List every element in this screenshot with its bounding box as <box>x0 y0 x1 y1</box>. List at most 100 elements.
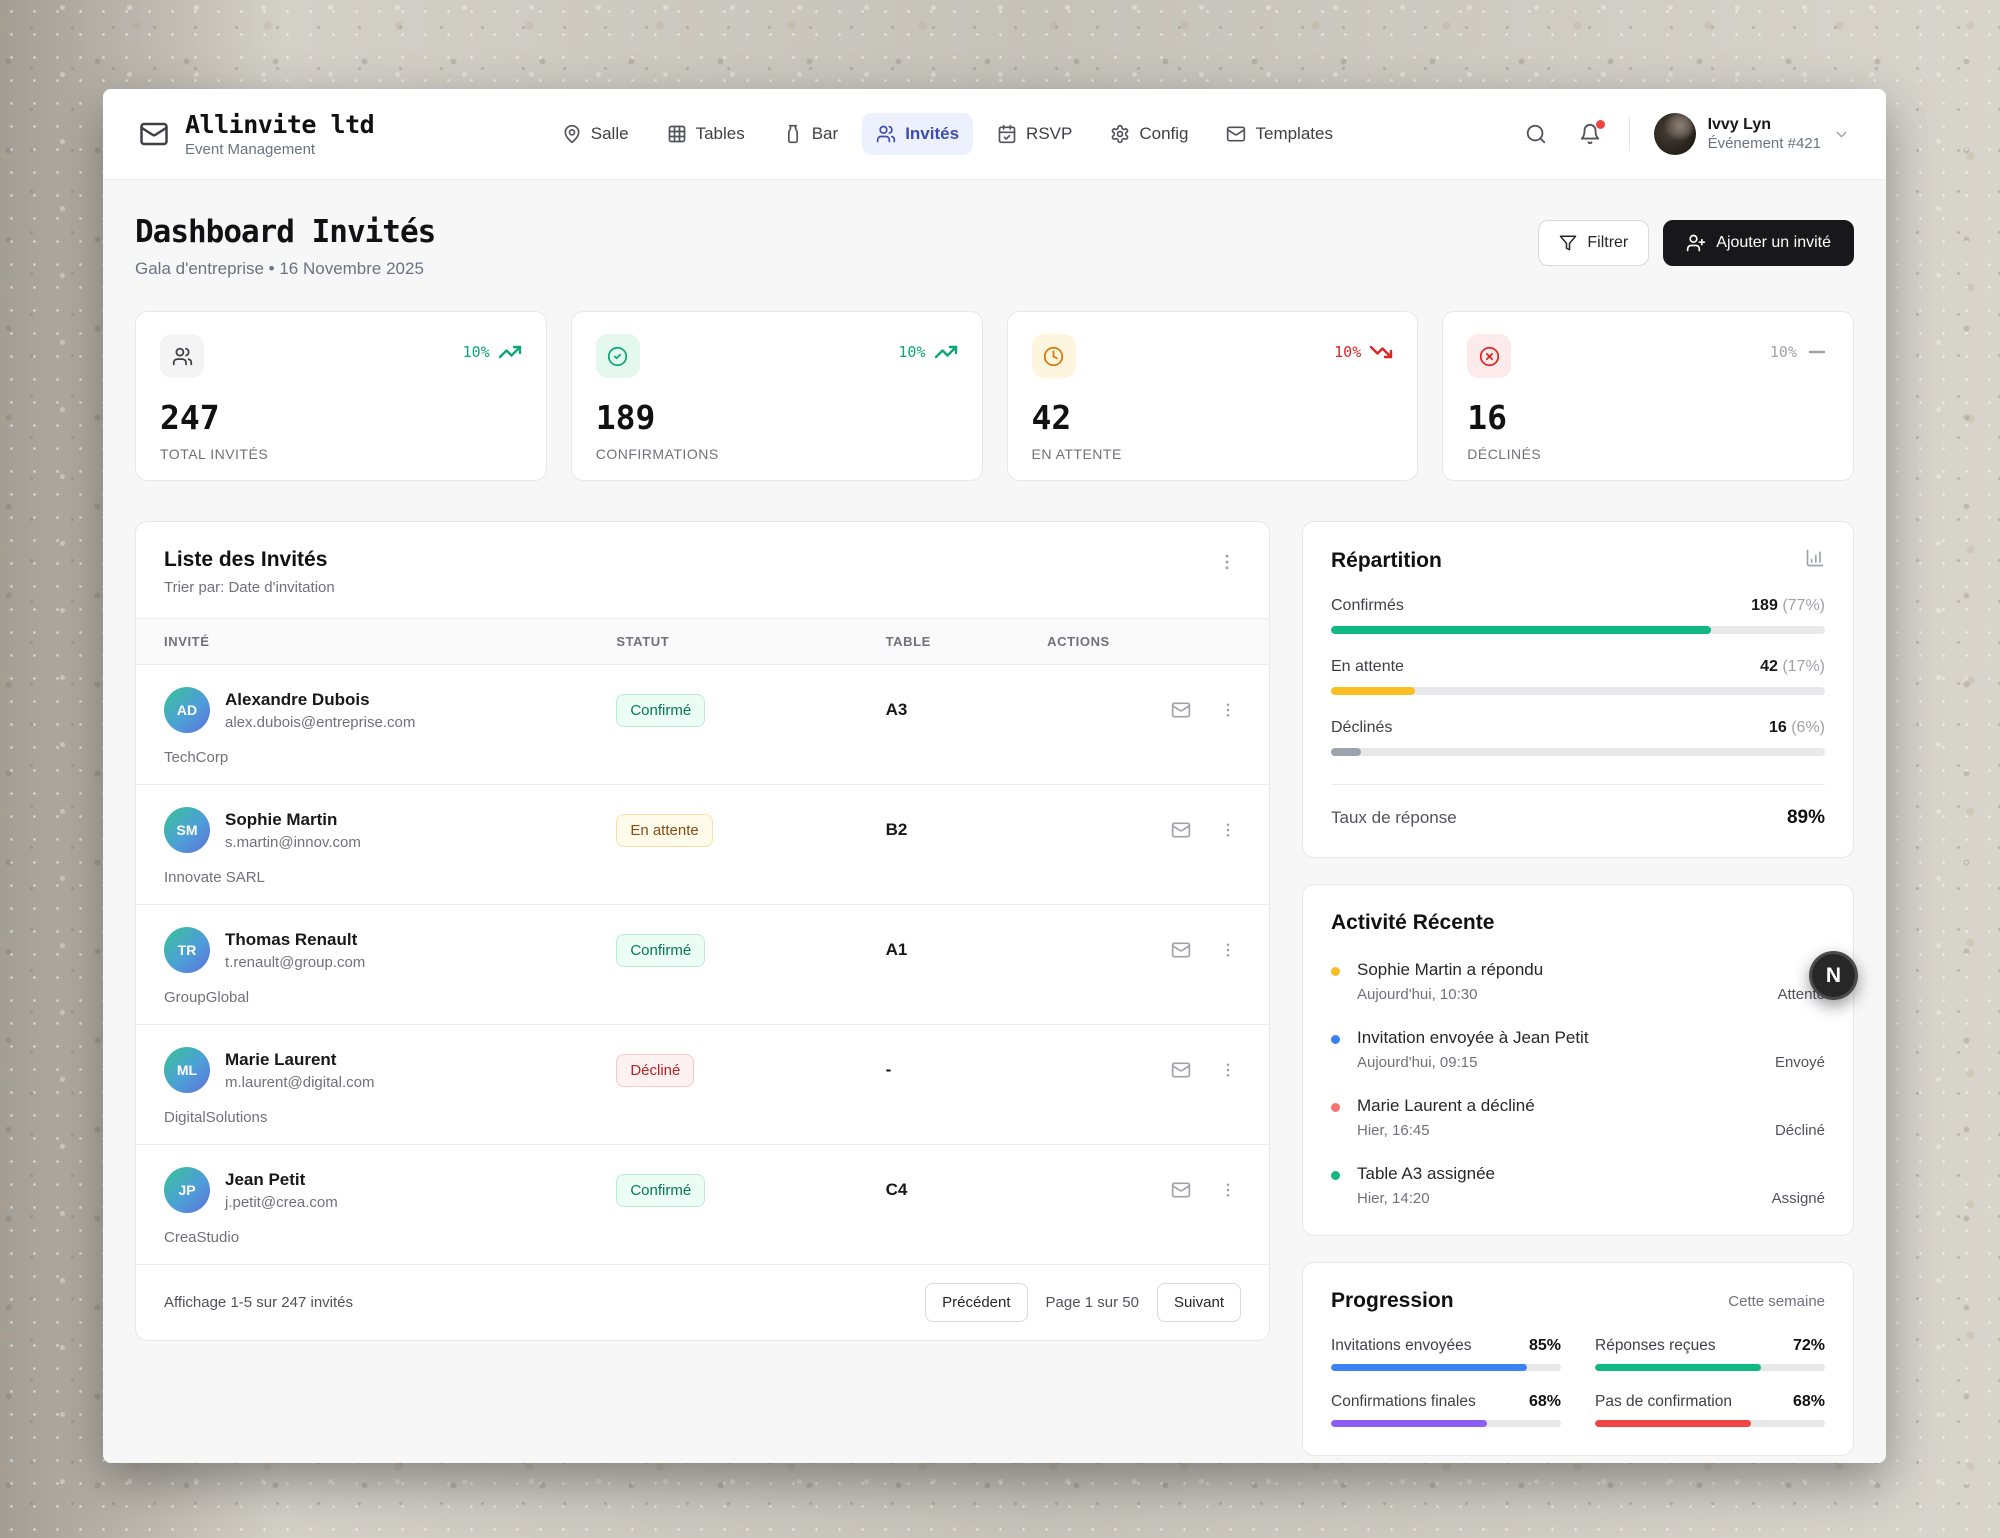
activity-status: Envoyé <box>1775 1054 1825 1071</box>
nav-item-rsvp[interactable]: RSVP <box>983 113 1086 155</box>
activity-dot <box>1331 1171 1340 1180</box>
mail-icon <box>1171 1180 1191 1200</box>
divider <box>1629 117 1630 151</box>
progress-track <box>1331 687 1825 695</box>
next-page-button[interactable]: Suivant <box>1157 1283 1241 1322</box>
topbar-right: Ivvy Lyn Événement #421 <box>1521 113 1850 155</box>
table-row: AD Alexandre Dubois alex.dubois@entrepri… <box>136 665 1269 785</box>
progress-track <box>1331 1364 1561 1371</box>
send-mail-button[interactable] <box>1167 1056 1195 1084</box>
guest-table: A3 <box>886 700 1048 720</box>
filter-button[interactable]: Filtrer <box>1538 220 1649 266</box>
nav-item-config[interactable]: Config <box>1096 113 1202 155</box>
activity-item: Invitation envoyée à Jean Petit Aujourd'… <box>1331 1028 1825 1071</box>
column-header-invite: INVITÉ <box>164 634 616 649</box>
mail-icon <box>1171 940 1191 960</box>
activity-time: Aujourd'hui, 09:15 <box>1357 1054 1477 1071</box>
stat-trend: 10% <box>463 340 522 364</box>
notifications-button[interactable] <box>1575 119 1605 149</box>
map-pin-icon <box>562 124 582 144</box>
send-mail-button[interactable] <box>1167 1176 1195 1204</box>
stat-trend: 10% <box>1334 340 1393 364</box>
clock-icon <box>1032 334 1076 378</box>
pagination-summary: Affichage 1-5 sur 247 invités <box>164 1294 353 1311</box>
nav-item-tables[interactable]: Tables <box>653 113 759 155</box>
guest-avatar: ML <box>164 1047 210 1093</box>
guest-email: t.renault@group.com <box>225 954 365 971</box>
row-menu-button[interactable] <box>1215 817 1241 843</box>
progression-item: Réponses reçues 72% <box>1595 1337 1825 1371</box>
progress-track <box>1331 1420 1561 1427</box>
floating-n-button[interactable]: N <box>1809 951 1858 1000</box>
table-row: TR Thomas Renault t.renault@group.com Co… <box>136 905 1269 1025</box>
nav-item-templates[interactable]: Templates <box>1212 113 1346 155</box>
guest-list-menu-button[interactable] <box>1213 548 1241 579</box>
chevron-down-icon <box>1833 126 1850 143</box>
activity-item: Marie Laurent a décliné Hier, 16:45 Décl… <box>1331 1096 1825 1139</box>
guest-name: Marie Laurent <box>225 1050 374 1070</box>
progress-fill <box>1331 1420 1487 1427</box>
guest-table: A1 <box>886 940 1048 960</box>
row-menu-button[interactable] <box>1215 697 1241 723</box>
avatar <box>1654 113 1696 155</box>
pagination: Affichage 1-5 sur 247 invités Précédent … <box>136 1265 1269 1340</box>
search-button[interactable] <box>1521 119 1551 149</box>
stats-row: 10% 247 TOTAL INVITÉS 10% 18 <box>135 311 1854 481</box>
brand-subtitle: Event Management <box>185 141 374 158</box>
kebab-icon <box>1219 941 1237 959</box>
row-menu-button[interactable] <box>1215 937 1241 963</box>
stat-trend: 10% <box>1770 340 1829 364</box>
row-menu-button[interactable] <box>1215 1057 1241 1083</box>
activity-status: Assigné <box>1772 1190 1825 1207</box>
stat-card-pending: 10% 42 EN ATTENTE <box>1007 311 1419 481</box>
mail-icon <box>1226 124 1246 144</box>
progress-track <box>1331 626 1825 634</box>
table-row: SM Sophie Martin s.martin@innov.com En a… <box>136 785 1269 905</box>
row-menu-button[interactable] <box>1215 1177 1241 1203</box>
repartition-row-declined: Déclinés 16 (6%) <box>1331 719 1825 756</box>
guest-name: Sophie Martin <box>225 810 361 830</box>
page-content: Dashboard Invités Gala d'entreprise • 16… <box>103 180 1886 1463</box>
guest-company: GroupGlobal <box>164 989 1241 1006</box>
column-header-table: TABLE <box>886 634 1048 649</box>
kebab-icon <box>1217 552 1237 572</box>
guest-avatar: TR <box>164 927 210 973</box>
stat-value: 16 <box>1467 398 1829 437</box>
response-rate-value: 89% <box>1787 807 1825 829</box>
activity-dot <box>1331 1035 1340 1044</box>
activity-time: Hier, 16:45 <box>1357 1122 1430 1139</box>
stat-value: 247 <box>160 398 522 437</box>
trending-down-icon <box>1369 340 1393 364</box>
bar-chart-icon <box>1805 548 1825 573</box>
guest-email: j.petit@crea.com <box>225 1194 338 1211</box>
guest-company: DigitalSolutions <box>164 1109 1241 1126</box>
brand: Allinvite ltd Event Management <box>139 110 374 158</box>
response-rate-label: Taux de réponse <box>1331 808 1457 828</box>
send-mail-button[interactable] <box>1167 816 1195 844</box>
check-circle-icon <box>596 334 640 378</box>
nav-item-salle[interactable]: Salle <box>548 113 643 155</box>
prev-page-button[interactable]: Précédent <box>925 1283 1027 1322</box>
nav-item-invites[interactable]: Invités <box>862 113 973 155</box>
kebab-icon <box>1219 701 1237 719</box>
progression-item: Pas de confirmation 68% <box>1595 1393 1825 1427</box>
activity-text: Marie Laurent a décliné <box>1357 1096 1825 1116</box>
activity-text: Invitation envoyée à Jean Petit <box>1357 1028 1825 1048</box>
user-menu[interactable]: Ivvy Lyn Événement #421 <box>1654 113 1850 155</box>
send-mail-button[interactable] <box>1167 696 1195 724</box>
page-subtitle: Gala d'entreprise • 16 Novembre 2025 <box>135 259 435 279</box>
guest-email: m.laurent@digital.com <box>225 1074 374 1091</box>
app-window: Allinvite ltd Event Management Salle Tab… <box>103 89 1886 1463</box>
user-plus-icon <box>1686 233 1706 253</box>
guest-list-card: Liste des Invités Trier par: Date d'invi… <box>135 521 1270 1341</box>
page-title: Dashboard Invités <box>135 214 435 250</box>
guest-avatar: JP <box>164 1167 210 1213</box>
add-guest-button[interactable]: Ajouter un invité <box>1663 220 1854 266</box>
nav-item-bar[interactable]: Bar <box>769 113 852 155</box>
stat-value: 42 <box>1032 398 1394 437</box>
table-header: INVITÉ STATUT TABLE ACTIONS <box>136 618 1269 665</box>
guest-list-title: Liste des Invités <box>164 548 335 572</box>
send-mail-button[interactable] <box>1167 936 1195 964</box>
activity-time: Aujourd'hui, 10:30 <box>1357 986 1477 1003</box>
progress-fill <box>1595 1420 1751 1427</box>
